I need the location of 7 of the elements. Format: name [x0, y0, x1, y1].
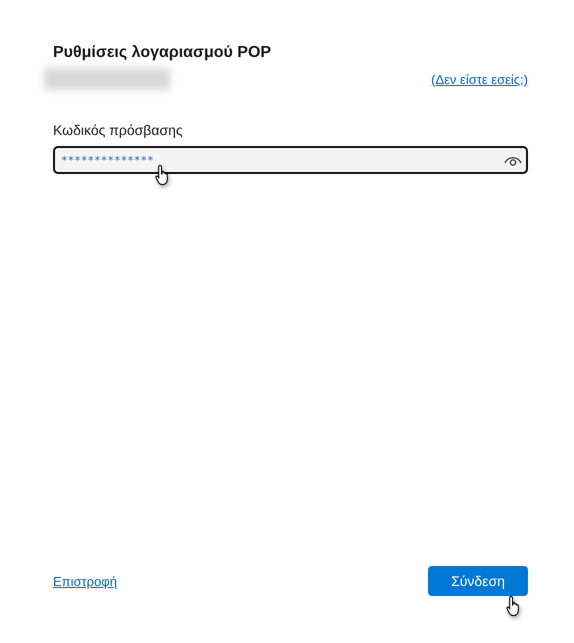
dialog-title: Ρυθμίσεις λογαριασμού POP	[53, 44, 272, 62]
eye-icon[interactable]	[504, 154, 522, 166]
password-label: Κωδικός πρόσβασης	[53, 122, 184, 138]
back-link[interactable]: Επιστροφή	[53, 574, 117, 588]
not-you-link[interactable]: (Δεν είστε εσείς;)	[431, 72, 528, 86]
connect-button[interactable]: Σύνδεση	[428, 566, 528, 596]
password-field[interactable]: **************	[53, 146, 528, 174]
